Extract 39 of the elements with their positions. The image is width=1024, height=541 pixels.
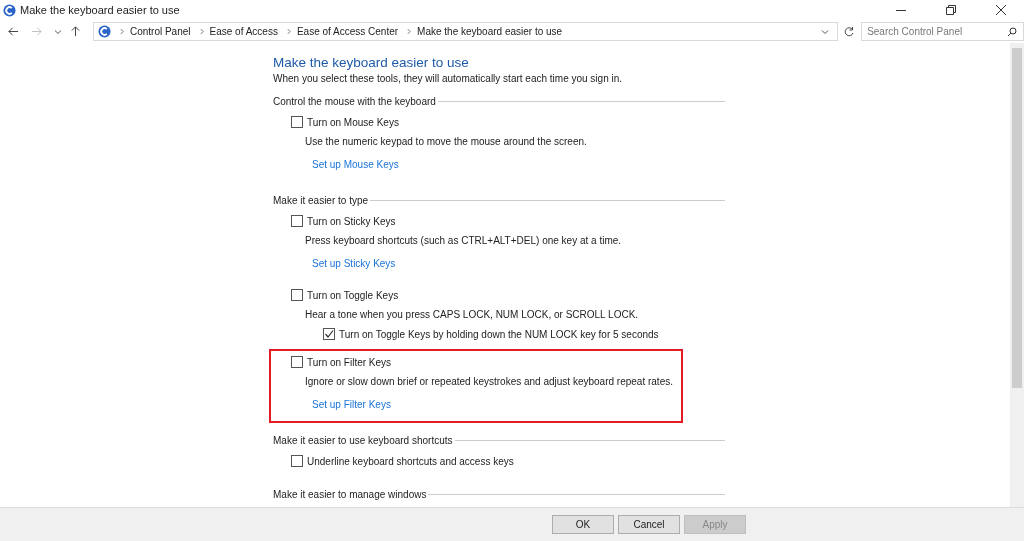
option-description: Hear a tone when you press CAPS LOCK, NUM LOCK, or SCROLL LOCK. <box>305 308 640 322</box>
checkbox-option[interactable]: Turn on Filter Keys <box>291 352 673 372</box>
dialog-button[interactable]: OK <box>552 515 614 534</box>
breadcrumb[interactable]: Ease of Access <box>209 26 278 37</box>
option-description: Ignore or slow down brief or repeated keystrokes and adjust keyboard repeat rates. <box>305 375 673 389</box>
setup-link[interactable]: Set up Mouse Keys <box>312 159 399 170</box>
close-icon[interactable] <box>996 5 1006 15</box>
setup-link[interactable]: Set up Filter Keys <box>312 399 391 410</box>
option-description: Press keyboard shortcuts (such as CTRL+ALT+DEL) one key at a time. <box>305 234 622 248</box>
chevron-icon <box>199 28 204 35</box>
chevron-icon <box>407 28 412 35</box>
search-field[interactable]: Search Control Panel <box>861 22 1024 41</box>
checkbox-option[interactable]: Turn on Toggle Keys by holding down the NUM LOCK key for 5 seconds <box>323 325 659 343</box>
dialog-button[interactable]: Cancel <box>618 515 680 534</box>
option-description: Use the numeric keypad to move the mouse around the screen. <box>305 135 587 149</box>
up-arrow-icon[interactable] <box>69 26 81 37</box>
back-arrow-icon[interactable] <box>8 26 19 37</box>
checkbox-option[interactable]: Underline keyboard shortcuts and access keys <box>291 451 514 471</box>
section-heading: Make it easier to use keyboard shortcuts <box>273 434 453 446</box>
section-heading: Make it easier to type <box>273 194 369 206</box>
page-title: Make the keyboard easier to use <box>273 55 470 70</box>
checkmark-icon <box>324 329 334 339</box>
chevron-icon <box>119 28 124 35</box>
address-bar[interactable]: Control Panel Ease of Access Ease of Access Center Make the keyboard easier to use <box>92 22 839 41</box>
checkbox-option[interactable]: Turn on Sticky Keys <box>291 211 622 231</box>
checkbox-option[interactable]: Turn on Toggle Keys <box>291 285 659 305</box>
setup-link[interactable]: Set up Sticky Keys <box>312 258 396 269</box>
page-subtitle: When you select these tools, they will automatically start each time you sign in. <box>273 73 624 84</box>
refresh-icon[interactable] <box>843 25 856 38</box>
breadcrumb[interactable]: Control Panel <box>129 26 191 37</box>
breadcrumb[interactable]: Make the keyboard easier to use <box>417 26 563 37</box>
section-heading: Control the mouse with the keyboard <box>273 95 436 107</box>
chevron-icon <box>286 28 291 35</box>
checkbox-option[interactable]: Turn on Mouse Keys <box>291 112 587 132</box>
breadcrumb[interactable]: Ease of Access Center <box>296 26 399 37</box>
window-title: Make the keyboard easier to use <box>20 4 180 16</box>
restore-icon[interactable] <box>946 5 956 15</box>
section-heading: Make it easier to manage windows <box>273 488 427 500</box>
scrollbar[interactable] <box>1010 43 1024 507</box>
